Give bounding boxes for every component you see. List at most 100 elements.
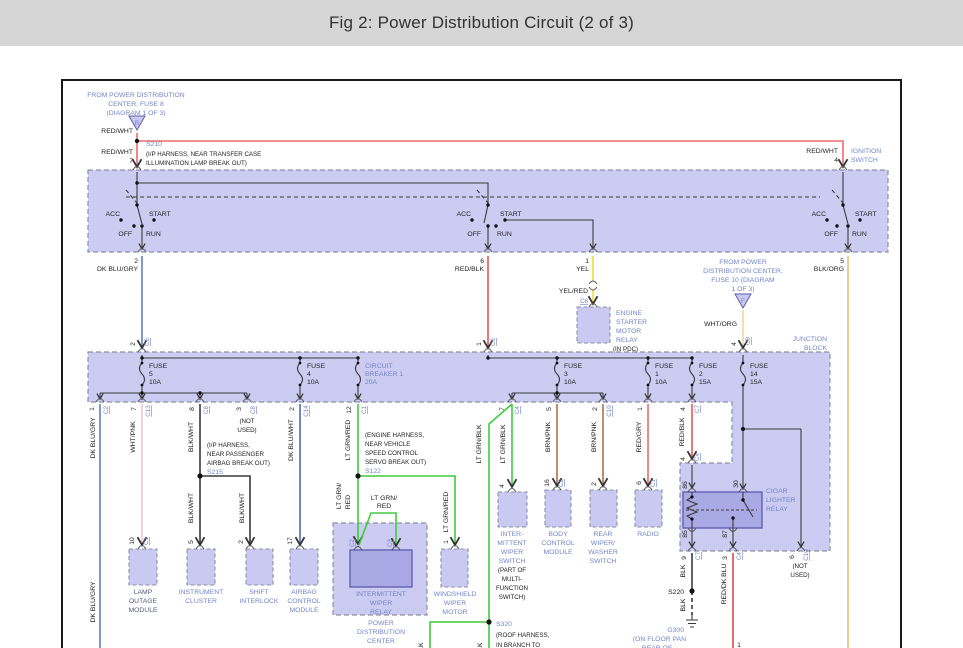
pin-6-ign: 6 [480, 258, 484, 265]
fuse14-n2: 14 [750, 371, 758, 378]
shift-l2: INTERLOCK [240, 598, 279, 605]
cigar-l3: RELAY [766, 506, 788, 513]
airbag-l2: CONTROL [287, 598, 320, 605]
o9-conn: C10 [606, 405, 613, 417]
cb1-n2: BREAKER 1 [365, 371, 403, 378]
wire-label-yelred: YEL/RED [559, 288, 588, 295]
o7-pin: 7 [499, 407, 506, 411]
iws-n1: (PART OF [498, 567, 526, 574]
o8-pin: 5 [546, 407, 553, 411]
pin-4-right: 4 [834, 157, 838, 164]
jb-entry-left-pin: 2 [130, 342, 137, 346]
wire-label-blkorg: BLK/ORG [814, 266, 844, 273]
lamp-outage-module-box [129, 549, 157, 585]
splice-s320: S320 [496, 621, 512, 628]
wl-ltgrnred-wwm: LT GRN/RED [443, 492, 450, 533]
cigar-87: 87 [722, 530, 729, 538]
s215-note1: (I/P HARNESS, [207, 442, 250, 449]
ignition-switch-label1: IGNITION [851, 148, 881, 155]
wire-label-redwht-1: RED/WHT [101, 128, 133, 135]
lamp-pin: 10 [129, 537, 136, 545]
pdc-l3: CENTER [367, 638, 395, 645]
fuse1-n3: 10A [655, 379, 668, 386]
o2-conn: C13 [145, 405, 152, 417]
radio-conn: C1 [650, 478, 657, 486]
bcm-conn: C2 [558, 478, 565, 486]
o5-conn: C14 [303, 405, 310, 417]
s122-note1: (ENGINE HARNESS, [365, 432, 424, 439]
pin-2-ign: 2 [134, 258, 138, 265]
iwr-c3: C3 [387, 538, 394, 546]
o3-conn: C8 [203, 405, 210, 413]
cluster-l1: INSTRUMENT [179, 589, 224, 596]
intermittent-wiper-switch-box [498, 492, 527, 527]
fuse5-n1: FUSE [149, 363, 168, 370]
o9-pin: 2 [592, 407, 599, 411]
cigar-out85-pin: 9 [681, 556, 688, 560]
iws-n4: SWITCH) [499, 594, 525, 601]
o11-pin: 4 [680, 407, 687, 411]
engine-starter-relay-box [577, 307, 610, 343]
wl-whtpnk: WHT/PNK [130, 421, 137, 453]
fuse4-n3: 10A [307, 379, 320, 386]
o6-conn: C1 [361, 405, 368, 413]
wl-brnpnk-2: BRN/PNK [591, 421, 598, 452]
splice-s320-dot [486, 619, 491, 624]
lamp-conn: C1 [143, 536, 150, 544]
iwr-l2: WIPER [370, 600, 392, 607]
o2-pin: 7 [131, 407, 138, 411]
iws-l4: SWITCH [499, 558, 526, 565]
fuse5-n3: 10A [149, 379, 162, 386]
wl-dkblugry-2: DK BLU/GRY [90, 581, 97, 623]
pin-1-bottom: 1 [737, 642, 741, 648]
instrument-cluster-box [187, 549, 215, 585]
lamp-l1: LAMP [134, 589, 153, 596]
o5-pin: 2 [289, 407, 296, 411]
iws-n3: FUNCTION [496, 585, 528, 592]
intermittent-wiper-relay-box [350, 550, 412, 587]
cb1-n3: 20A [365, 379, 378, 386]
fuse2-n3: 15A [699, 379, 712, 386]
wl-ltgrnred: LT GRN/RED [345, 420, 352, 461]
radio-pin: 6 [636, 481, 643, 485]
s320-note2: IN BRANCH TO [496, 642, 540, 648]
cigar-85: 85 [682, 530, 689, 538]
o4-conn: C8 [250, 405, 257, 413]
fuse1-n2: 1 [655, 371, 659, 378]
feed-left-line2: CENTER, FUSE 8 [108, 101, 164, 108]
jb-entry-right-conn: C8 [745, 336, 752, 344]
radio-box [635, 490, 662, 527]
esm-l4: RELAY [616, 337, 638, 344]
sw1-start: START [149, 211, 171, 218]
s215-note2: NEAR PASSENGER [207, 451, 264, 458]
sw1-run: RUN [146, 231, 161, 238]
wwm-pin: 1 [443, 540, 450, 544]
wwm-l2: WIPER [444, 600, 466, 607]
o4-notused2: USED) [237, 427, 256, 434]
sw2-start: START [500, 211, 522, 218]
wiring-diagram: FROM POWER DISTRIBUTION CENTER, FUSE 8 (… [0, 0, 963, 648]
airbag-pin: 17 [287, 537, 294, 545]
fuse14-n3: 15A [750, 379, 763, 386]
o6-pin: 12 [346, 406, 353, 414]
esm-l1: ENGINE [616, 310, 643, 317]
pin-1-ign: 1 [585, 258, 589, 265]
splice-s220: S220 [668, 589, 684, 596]
wl-brnpnk-1: BRN/PNK [545, 421, 552, 452]
cigar-30: 30 [733, 480, 740, 488]
wl-ltgrn-2a: LT GRN/ [336, 483, 343, 509]
wl-blk-2: BLK [680, 598, 687, 611]
bcm-l3: MODULE [543, 549, 573, 556]
pin-5-ign: 5 [840, 258, 844, 265]
feed-right-line2: DISTRIBUTION CENTER, [703, 268, 783, 275]
cigar-nu-l1: (NOT [792, 563, 807, 570]
s210-note1: (I/P HARNESS, NEAR TRANSFER CASE [146, 151, 261, 158]
sw2-off: OFF [467, 231, 481, 238]
feed-right-line3: FUSE 10 (DIAGRAM [711, 277, 775, 284]
iws-pin: 4 [499, 484, 506, 488]
wwm-l1: WINDSHIELD [434, 591, 477, 598]
bcm-l2: CONTROL [541, 540, 574, 547]
fuse5-n2: 5 [149, 371, 153, 378]
ignition-switch-label2: SWITCH [851, 157, 878, 164]
o4-notused1: (NOT [239, 418, 254, 425]
